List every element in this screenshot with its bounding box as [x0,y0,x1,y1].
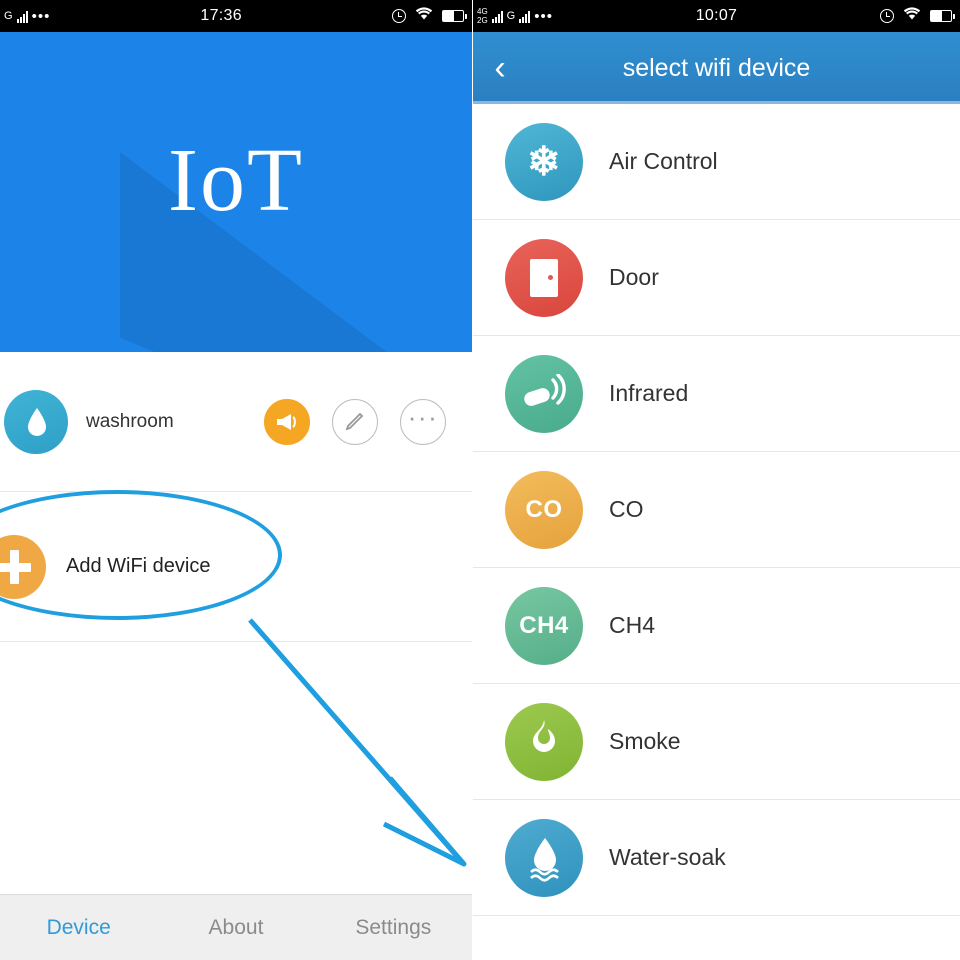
water-drop-icon-2 [505,818,583,897]
ch4-icon-text: CH4 [519,611,569,639]
sim-label: G [4,10,13,22]
right-status-right [880,7,960,25]
add-wifi-device-row[interactable]: Add WiFi device [0,492,472,642]
co-icon-text: CO [525,495,563,523]
plus-icon [0,534,46,599]
app-logo-text: IoT [168,131,304,230]
ch4-icon: CH4 [505,586,583,665]
signal-bars-icon [16,10,28,23]
right-status-left: 4G 2G G ••• [473,7,553,25]
status-dots-2: ••• [534,7,553,25]
signal-bars-icon-1 [491,10,503,23]
co-icon: CO [505,470,583,549]
battery-icon-2 [930,10,955,22]
wifi-icon [414,7,434,25]
left-clock-text: 17:36 [200,7,242,24]
left-status-bar: G ••• 17:36 [0,0,472,32]
sim-label-2: G [506,10,516,22]
list-item-label: Smoke [609,728,681,754]
network-type-labels: 4G 2G [477,7,488,25]
list-item-co[interactable]: CO CO [473,452,960,568]
right-phone-screen: 4G 2G G ••• 10:07 ‹ select wifi device ❄… [473,0,960,960]
page-title: select wifi device [622,53,811,82]
list-item-label: CH4 [609,612,656,638]
tab-about[interactable]: About [157,916,314,940]
hero-banner: IoT [0,32,472,352]
wifi-device-list: ❄ Air Control Door Infrared CO CO CH4 CH… [473,104,960,916]
list-item-label: Water-soak [609,844,726,870]
left-status-left: G ••• [0,8,50,25]
left-phone-screen: G ••• 17:36 IoT washroom ··· Add WiFi de… [0,0,472,960]
device-list-item-washroom[interactable]: washroom ··· [0,352,472,492]
edit-button[interactable] [332,398,378,445]
page-title-bar: ‹ select wifi device [473,32,960,104]
signal-bars-icon-2 [519,10,531,23]
network-type-top: 4G [477,7,488,16]
title-underline [473,101,960,104]
list-item-smoke[interactable]: Smoke [473,684,960,800]
flame-icon [505,702,583,781]
list-item-label: Infrared [609,380,689,406]
list-item-door[interactable]: Door [473,220,960,336]
tab-settings[interactable]: Settings [315,916,472,940]
right-status-bar: 4G 2G G ••• 10:07 [473,0,960,32]
alarm-clock-icon [392,9,406,23]
list-item-label: CO [609,496,644,522]
list-item-water-soak[interactable]: Water-soak [473,800,960,916]
network-type-bottom: 2G [477,16,488,25]
alarm-clock-icon-2 [880,9,894,23]
status-dots: ••• [31,7,51,25]
list-item-infrared[interactable]: Infrared [473,336,960,452]
back-icon[interactable]: ‹ [473,51,527,85]
add-wifi-device-label: Add WiFi device [66,555,211,577]
right-clock-text: 10:07 [695,7,738,24]
pointer-arrow-annotation [248,618,467,867]
snowflake-icon: ❄ [505,122,583,201]
door-icon [505,238,583,317]
device-name-label: washroom [86,410,174,432]
wifi-icon-2 [902,7,922,25]
list-item-label: Door [609,264,659,290]
bottom-tab-bar: Device About Settings [0,894,472,960]
list-item-ch4[interactable]: CH4 CH4 [473,568,960,684]
notify-button[interactable] [264,398,310,445]
left-status-right [392,7,472,25]
list-item-label: Air Control [609,148,718,174]
water-drop-icon [4,389,68,454]
list-item-air-control[interactable]: ❄ Air Control [473,104,960,220]
tab-device[interactable]: Device [0,916,157,940]
remote-icon [505,354,583,433]
battery-icon [442,10,467,22]
more-button[interactable]: ··· [400,398,446,445]
